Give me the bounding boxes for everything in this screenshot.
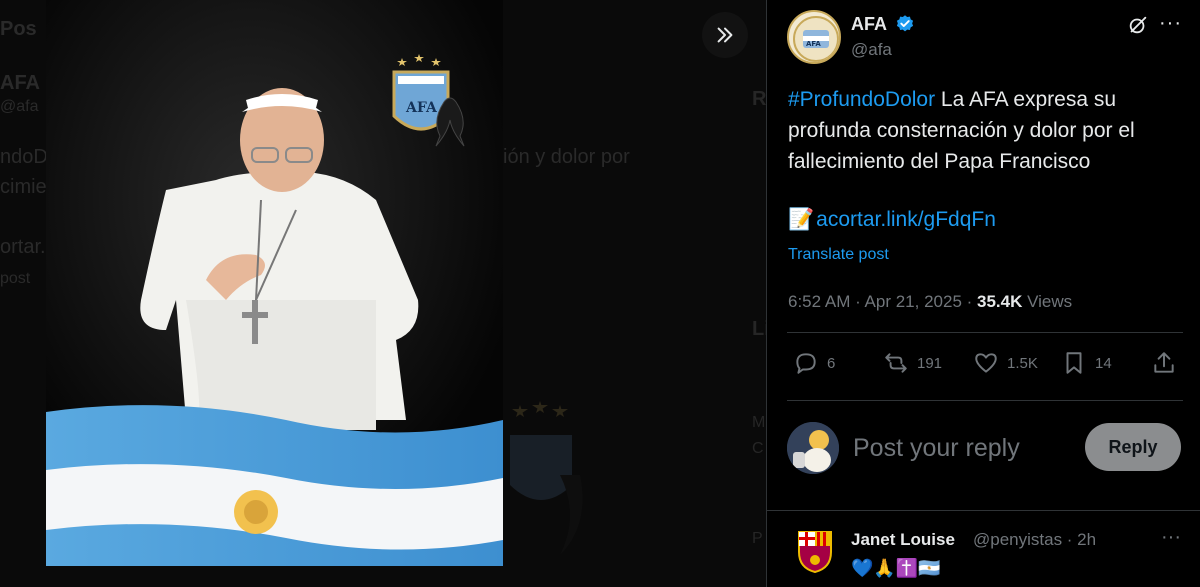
repost-button[interactable]: 191 <box>883 350 942 376</box>
more-icon[interactable]: ··· <box>1161 526 1181 549</box>
ghost-author: AFA <box>0 72 40 94</box>
post-link-text[interactable]: acortar.link/gFdqFn <box>816 208 996 231</box>
commenter-avatar[interactable] <box>795 528 835 574</box>
ghost-post: post <box>0 270 31 287</box>
svg-text:AFA: AFA <box>405 100 438 116</box>
share-icon <box>1154 352 1174 373</box>
views-label: Views <box>1022 292 1073 311</box>
author-name[interactable]: AFA <box>851 14 887 35</box>
translate-post-link[interactable]: Translate post <box>788 246 889 264</box>
post-text: #ProfundoDolor La AFA expresa su profund… <box>788 84 1183 177</box>
ghost-handle: @afa <box>0 98 39 115</box>
bookmark-icon <box>1066 352 1082 374</box>
author-handle[interactable]: @afa <box>851 40 892 60</box>
repost-count: 191 <box>917 354 943 372</box>
ghost-line-3: ión y dolor por <box>503 146 630 168</box>
commenter-name[interactable]: Janet Louise <box>851 530 955 550</box>
reply-count: 6 <box>827 354 836 372</box>
comment-item[interactable]: Janet Louise @penyistas · 2h ··· 💙🙏✝️🇦🇷 <box>787 522 1187 587</box>
views-count: 35.4K <box>977 292 1023 311</box>
post-header: AFA AFA @afa ··· <box>787 10 1187 68</box>
ghost-line-2: cimie <box>0 176 47 198</box>
ghost-right-5: P <box>752 530 763 547</box>
reply-icon <box>796 353 816 374</box>
reply-composer: Post your reply Reply <box>787 420 1183 480</box>
ghost-line-1: ndoD <box>0 146 48 168</box>
reply-button[interactable]: 6 <box>793 350 835 376</box>
bookmark-count: 14 <box>1095 354 1112 372</box>
author-avatar[interactable]: AFA <box>787 10 841 64</box>
post-media-image[interactable]: AFA <box>46 0 503 566</box>
like-count: 1.5K <box>1007 354 1038 372</box>
ghost-right-1: Re <box>752 88 766 110</box>
divider <box>767 510 1200 511</box>
share-button[interactable] <box>1151 350 1177 376</box>
user-avatar[interactable] <box>787 422 839 474</box>
heart-icon <box>975 353 997 373</box>
divider <box>787 400 1183 401</box>
reply-input[interactable]: Post your reply <box>853 434 1020 463</box>
commenter-handle[interactable]: @penyistas · 2h <box>973 530 1096 550</box>
ghost-right-4: C <box>752 440 764 457</box>
more-icon[interactable]: ··· <box>1159 12 1182 35</box>
post-meta: 6:52 AM · Apr 21, 2025 · 35.4K Views <box>788 292 1072 312</box>
memo-icon: 📝 <box>788 208 815 231</box>
post-detail-panel: AFA AFA @afa ··· #ProfundoDolor La AFA e… <box>766 0 1200 587</box>
ghost-crest <box>510 401 583 555</box>
post-timestamp[interactable]: 6:52 AM · Apr 21, 2025 · <box>788 292 977 311</box>
ghost-title: Pos <box>0 18 37 40</box>
hashtag-link[interactable]: #ProfundoDolor <box>788 88 935 111</box>
svg-text:AFA: AFA <box>806 40 821 48</box>
chevrons-right-icon <box>717 27 733 43</box>
repost-icon <box>885 353 907 373</box>
ghost-right-3: M <box>752 414 766 431</box>
bookmark-button[interactable]: 14 <box>1061 350 1112 376</box>
verified-badge-icon <box>896 15 914 32</box>
post-link[interactable]: 📝acortar.link/gFdqFn <box>788 208 996 232</box>
reply-submit-button[interactable]: Reply <box>1085 423 1181 471</box>
post-actions: 6 191 1.5K 14 <box>787 350 1187 390</box>
divider <box>787 332 1183 333</box>
next-media-button[interactable] <box>702 12 748 58</box>
comment-text: 💙🙏✝️🇦🇷 <box>851 558 941 578</box>
like-button[interactable]: 1.5K <box>973 350 1038 376</box>
ghost-right-2: Li <box>752 318 766 340</box>
grok-icon[interactable] <box>1127 14 1149 36</box>
